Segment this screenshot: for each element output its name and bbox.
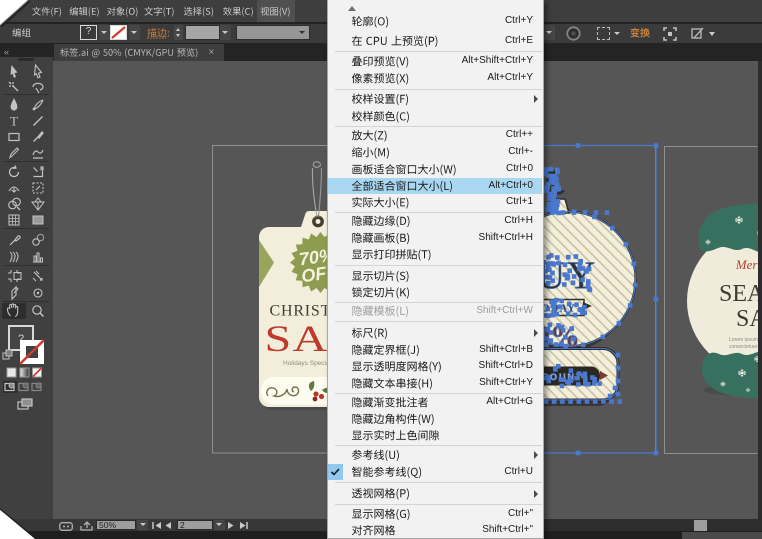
svg-text:T: T — [10, 114, 18, 129]
svg-text:SEASON: SEASON — [719, 281, 762, 307]
